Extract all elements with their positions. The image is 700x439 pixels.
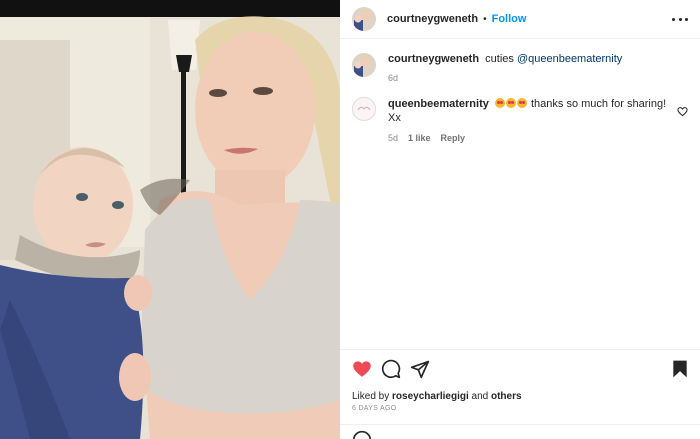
liked-by-prefix: Liked by: [352, 391, 390, 402]
post-header: courtneygweneth • Follow: [340, 0, 700, 38]
commenter-avatar[interactable]: [352, 97, 376, 121]
heart-eyes-emoji-icon: [516, 98, 527, 108]
liked-by-user[interactable]: roseycharliegigi: [392, 391, 469, 402]
comment-meta: 5d 1 like Reply: [388, 131, 668, 145]
post-timestamp[interactable]: 6 DAYS AGO: [352, 405, 397, 412]
comment-time[interactable]: 5d: [388, 131, 398, 145]
heart-eyes-emoji-icon: [494, 98, 505, 108]
comment-heart-icon[interactable]: [677, 106, 688, 117]
caption-avatar[interactable]: [352, 53, 376, 77]
heart-filled-icon[interactable]: [352, 359, 372, 379]
post-caption: courtneygweneth cuties @queenbeematernit…: [352, 52, 688, 85]
author-username[interactable]: courtneygweneth: [387, 13, 478, 25]
comment-item: queenbeematernity thanks so much for sha…: [352, 97, 688, 145]
photo-woman-face: [195, 32, 315, 188]
photo-lamp-pole: [181, 55, 186, 195]
bookmark-icon[interactable]: [670, 359, 690, 379]
share-icon[interactable]: [410, 359, 430, 379]
post-details-panel: courtneygweneth • Follow courtneygweneth…: [340, 0, 700, 439]
author-avatar[interactable]: [352, 7, 376, 31]
commenter-logo-icon: [357, 106, 371, 111]
follow-button[interactable]: Follow: [492, 13, 527, 25]
comment-body: queenbeematernity thanks so much for sha…: [388, 97, 668, 145]
separator-dot: •: [483, 13, 487, 25]
caption-time[interactable]: 6d: [388, 71, 622, 85]
caption-text: cuties: [485, 53, 514, 65]
heart-eyes-emoji-icon: [505, 98, 516, 108]
liked-by-others[interactable]: others: [491, 391, 522, 402]
liked-by-and: and: [471, 391, 489, 402]
comment-icon[interactable]: [381, 359, 401, 379]
post-photo-art: [0, 0, 340, 439]
liked-by-line: Liked by roseycharliegigi and others: [352, 391, 522, 402]
more-options-icon[interactable]: [672, 12, 688, 26]
reply-button[interactable]: Reply: [441, 131, 466, 145]
caption-line: courtneygweneth cuties @queenbeematernit…: [388, 52, 622, 66]
comment-username[interactable]: queenbeematernity: [388, 98, 489, 110]
header-divider: [340, 38, 700, 39]
comment-line: queenbeematernity thanks so much for sha…: [388, 97, 668, 125]
caption-body: courtneygweneth cuties @queenbeematernit…: [388, 52, 622, 85]
post-photo[interactable]: [0, 0, 340, 439]
emoji-picker-icon[interactable]: [352, 430, 372, 439]
caption-mention[interactable]: @queenbeematernity: [517, 53, 622, 65]
comment-likes[interactable]: 1 like: [408, 131, 431, 145]
photo-top-strip: [0, 0, 340, 17]
actions-divider: [340, 349, 700, 350]
caption-username[interactable]: courtneygweneth: [388, 53, 479, 65]
action-bar: [352, 359, 692, 381]
comment-input-divider: [340, 424, 700, 425]
